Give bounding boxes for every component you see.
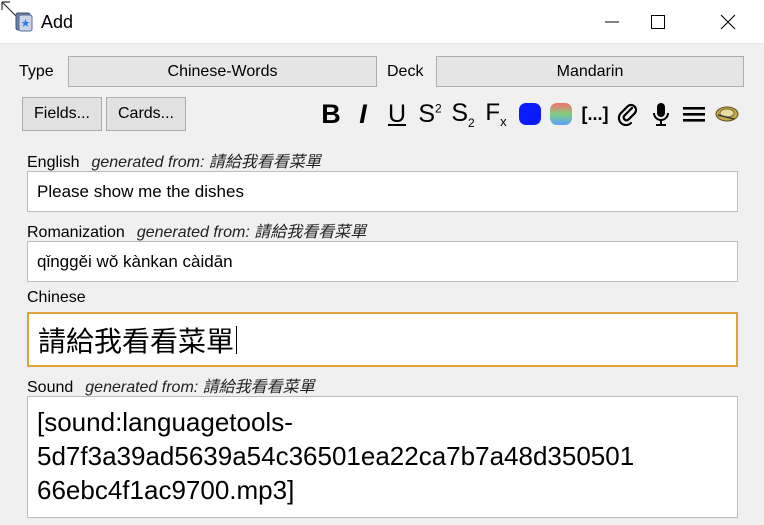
cards-button[interactable]: Cards... bbox=[106, 97, 186, 131]
minimize-icon bbox=[605, 21, 619, 23]
italic-icon: I bbox=[359, 98, 367, 129]
more-options-button[interactable] bbox=[681, 97, 707, 131]
english-field[interactable]: Please show me the dishes bbox=[27, 171, 738, 212]
close-button[interactable] bbox=[705, 0, 751, 44]
field-label-english: English generated from: 請給我看看菜單 bbox=[27, 152, 321, 171]
subscript-button[interactable]: S2 bbox=[449, 97, 477, 131]
subscript-icon: S2 bbox=[451, 98, 475, 130]
minimize-button[interactable] bbox=[589, 0, 635, 44]
clear-formatting-button[interactable]: Fx bbox=[482, 97, 510, 131]
record-audio-button[interactable] bbox=[648, 97, 674, 131]
text-color-icon bbox=[519, 103, 541, 125]
chinese-field[interactable]: 請給我看看菜單 bbox=[27, 312, 738, 367]
text-color-button[interactable] bbox=[517, 97, 543, 131]
close-icon bbox=[720, 14, 736, 30]
paperclip-icon bbox=[617, 103, 638, 126]
generated-note: generated from: 請給我看看菜單 bbox=[136, 222, 367, 241]
text-caret bbox=[236, 325, 238, 354]
underline-icon: U bbox=[387, 99, 407, 128]
superscript-icon: S2 bbox=[418, 99, 442, 128]
italic-button[interactable]: I bbox=[352, 97, 374, 131]
fields-button[interactable]: Fields... bbox=[22, 97, 102, 131]
field-label-sound: Sound generated from: 請給我看看菜單 bbox=[27, 377, 315, 396]
bold-icon: B bbox=[321, 98, 341, 129]
note-type-selector[interactable]: Chinese-Words bbox=[68, 56, 377, 87]
field-label-chinese: Chinese bbox=[27, 289, 86, 306]
sound-field[interactable]: [sound:languagetools- 5d7f3a39ad5639a54c… bbox=[27, 396, 738, 518]
cloze-button[interactable]: [...] bbox=[580, 97, 610, 131]
maximize-icon bbox=[651, 15, 665, 29]
underline-button[interactable]: U bbox=[384, 97, 410, 131]
bold-button[interactable]: B bbox=[318, 97, 344, 131]
romanization-field[interactable]: qǐnggěi wǒ kànkan càidān bbox=[27, 241, 738, 282]
speaker-addon-icon bbox=[715, 106, 739, 122]
field-label-romanization: Romanization generated from: 請給我看看菜單 bbox=[27, 222, 367, 241]
microphone-icon bbox=[653, 103, 669, 126]
attach-button[interactable] bbox=[615, 97, 641, 131]
window-title: Add bbox=[41, 12, 74, 32]
cloze-icon: [...] bbox=[581, 103, 609, 124]
generated-note: generated from: 請給我看看菜單 bbox=[85, 377, 315, 396]
title-bar: Add bbox=[0, 0, 764, 44]
highlight-color-icon bbox=[550, 103, 572, 125]
deck-selector[interactable]: Mandarin bbox=[436, 56, 744, 87]
app-icon bbox=[15, 12, 33, 32]
addon-button[interactable] bbox=[713, 97, 741, 131]
generated-note: generated from: 請給我看看菜單 bbox=[91, 152, 321, 171]
deck-label: Deck bbox=[387, 63, 424, 80]
maximize-button[interactable] bbox=[635, 0, 681, 44]
type-label: Type bbox=[19, 63, 54, 80]
superscript-button[interactable]: S2 bbox=[416, 97, 444, 131]
menu-icon bbox=[683, 107, 705, 122]
highlight-color-button[interactable] bbox=[548, 97, 574, 131]
clear-formatting-icon: Fx bbox=[485, 99, 507, 129]
